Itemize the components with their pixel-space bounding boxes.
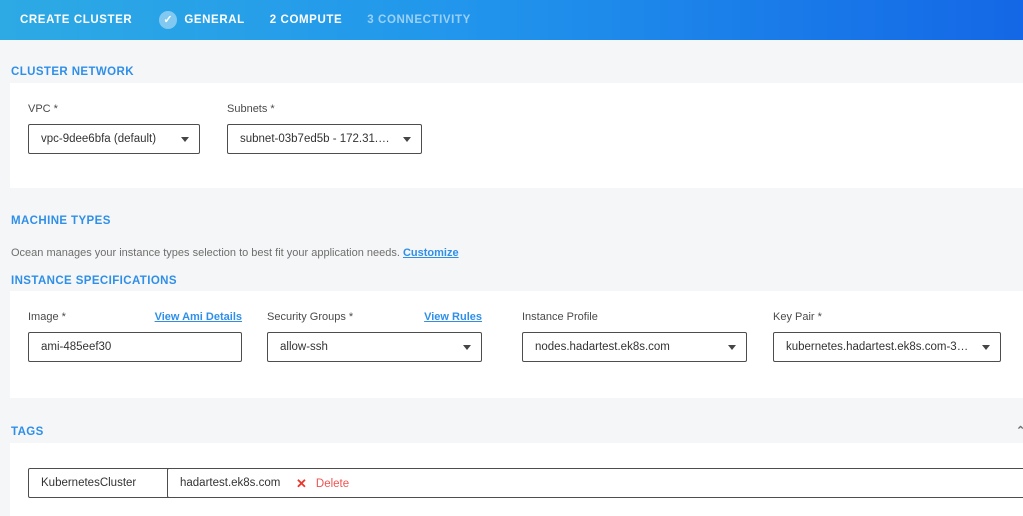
- delete-x-icon: ✕: [296, 477, 307, 490]
- tab-compute-label: 2 COMPUTE: [270, 14, 343, 26]
- cluster-network-card: VPC * vpc-9dee6bfa (default) Subnets * s…: [10, 83, 1023, 188]
- view-rules-link[interactable]: View Rules: [424, 311, 482, 323]
- chevron-down-icon: [982, 345, 990, 350]
- key-pair-field: Key Pair * kubernetes.hadartest.ek8s.com…: [773, 311, 1001, 362]
- tab-connectivity[interactable]: 3 CONNECTIVITY: [367, 14, 471, 26]
- delete-tag-button[interactable]: ✕ Delete: [296, 468, 349, 499]
- tab-compute[interactable]: 2 COMPUTE: [270, 14, 343, 26]
- collapse-chevron-icon[interactable]: ⌃: [1016, 424, 1023, 437]
- tab-general-label: GENERAL: [184, 14, 244, 26]
- create-cluster-page: CREATE CLUSTER ✓ GENERAL 2 COMPUTE 3 CON…: [0, 0, 1023, 516]
- key-pair-select[interactable]: kubernetes.hadartest.ek8s.com-39:84:a5:9…: [773, 332, 1001, 362]
- chevron-down-icon: [728, 345, 736, 350]
- subnets-label: Subnets *: [227, 103, 275, 115]
- vpc-select[interactable]: vpc-9dee6bfa (default): [28, 124, 200, 154]
- chevron-down-icon: [463, 345, 471, 350]
- key-pair-label: Key Pair *: [773, 311, 822, 323]
- instance-profile-label: Instance Profile: [522, 311, 598, 323]
- view-ami-details-link[interactable]: View Ami Details: [155, 311, 242, 323]
- section-title-cluster-network: CLUSTER NETWORK: [11, 66, 134, 78]
- page-title: CREATE CLUSTER: [20, 14, 132, 26]
- security-groups-label: Security Groups *: [267, 311, 353, 323]
- tab-general[interactable]: ✓ GENERAL: [159, 11, 244, 29]
- instance-profile-field: Instance Profile nodes.hadartest.ek8s.co…: [522, 311, 747, 362]
- section-title-instance-specifications: INSTANCE SPECIFICATIONS: [11, 275, 177, 287]
- tags-card: ✕ Delete: [10, 443, 1023, 516]
- subnets-field: Subnets * subnet-03b7ed5b - 172.31.0.0/2…: [227, 103, 422, 154]
- customize-link[interactable]: Customize: [403, 247, 459, 259]
- instance-profile-select[interactable]: nodes.hadartest.ek8s.com: [522, 332, 747, 362]
- vpc-selected-value: vpc-9dee6bfa (default): [41, 133, 156, 145]
- security-groups-field: Security Groups * View Rules allow-ssh: [267, 311, 482, 362]
- machine-types-description: Ocean manages your instance types select…: [11, 247, 400, 259]
- image-field: Image * View Ami Details: [28, 311, 242, 362]
- instance-specifications-card: Image * View Ami Details Security Groups…: [10, 291, 1023, 398]
- vpc-label: VPC *: [28, 103, 58, 115]
- image-label: Image *: [28, 311, 66, 323]
- key-pair-selected-value: kubernetes.hadartest.ek8s.com-39:84:a5:9…: [786, 341, 974, 353]
- delete-tag-label: Delete: [316, 478, 349, 490]
- subnets-selected-value: subnet-03b7ed5b - 172.31.0.0/20 ...: [240, 133, 395, 145]
- chevron-down-icon: [403, 137, 411, 142]
- security-groups-selected-value: allow-ssh: [280, 341, 328, 353]
- check-icon: ✓: [159, 11, 177, 29]
- vpc-field: VPC * vpc-9dee6bfa (default): [28, 103, 200, 154]
- image-input[interactable]: [28, 332, 242, 362]
- security-groups-select[interactable]: allow-ssh: [267, 332, 482, 362]
- machine-types-description-row: Ocean manages your instance types select…: [11, 247, 459, 259]
- tab-connectivity-label: 3 CONNECTIVITY: [367, 14, 471, 26]
- chevron-down-icon: [181, 137, 189, 142]
- subnets-select[interactable]: subnet-03b7ed5b - 172.31.0.0/20 ...: [227, 124, 422, 154]
- instance-profile-selected-value: nodes.hadartest.ek8s.com: [535, 341, 670, 353]
- wizard-header: CREATE CLUSTER ✓ GENERAL 2 COMPUTE 3 CON…: [0, 0, 1023, 40]
- section-title-tags: TAGS: [11, 426, 44, 438]
- section-title-machine-types: MACHINE TYPES: [11, 215, 111, 227]
